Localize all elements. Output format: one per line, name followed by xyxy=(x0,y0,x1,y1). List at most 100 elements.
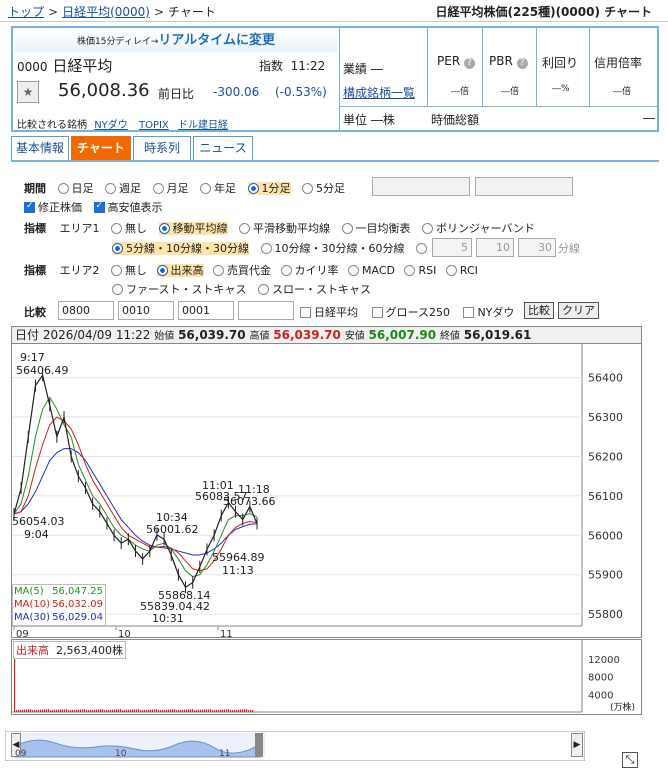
ind2-none[interactable]: 無し xyxy=(111,264,147,277)
ma-custom-2[interactable]: 10 xyxy=(476,238,514,257)
volume-bar xyxy=(62,709,64,712)
volume-bar xyxy=(248,710,250,712)
y-tick-label: 56200 xyxy=(588,450,623,463)
date-from-input[interactable] xyxy=(372,177,470,196)
tab-timeseries[interactable]: 時系列 xyxy=(133,136,191,160)
volume-bar xyxy=(196,710,198,712)
volume-bar xyxy=(68,710,70,712)
ind2-volume[interactable]: 出来高 xyxy=(156,264,204,277)
volume-bar xyxy=(36,709,38,712)
realtime-banner: 株価15分ディレイ→リアルタイムに変更 xyxy=(15,30,337,52)
compare-nydow[interactable]: NYダウ xyxy=(94,120,128,131)
scroll-right-icon[interactable]: ▶ xyxy=(571,733,583,757)
y-tick-label: 56400 xyxy=(588,372,623,385)
pbr-text: PBR xyxy=(489,54,513,68)
ma-unit: 分線 xyxy=(558,242,580,255)
compare-growth-check[interactable]: グロース250 xyxy=(371,306,450,319)
period-weekly[interactable]: 週足 xyxy=(105,182,141,195)
x-tick-label: 09 xyxy=(16,629,29,638)
ma-custom[interactable] xyxy=(416,242,430,255)
compare-nydow-check[interactable]: NYダウ xyxy=(463,306,514,319)
volume-bar xyxy=(128,709,130,712)
ma10-legend: MA(10) 56,032.09 xyxy=(14,599,103,610)
sector-label: 業績 xyxy=(343,62,368,76)
ind2-rci[interactable]: RCI xyxy=(445,264,478,277)
change-pct: (-0.53%) xyxy=(275,85,327,99)
ma-5-10-30[interactable]: 5分線・10分線・30分線 xyxy=(112,242,249,255)
range-navigator[interactable]: ◀ ▶ 09 10 11 xyxy=(5,731,585,761)
compare-nikkei-check[interactable]: 日経平均 xyxy=(300,306,358,319)
compare-input-1[interactable]: 0800 xyxy=(58,301,114,320)
expand-icon[interactable]: ⤡ xyxy=(622,752,638,768)
ind2-fast-stoch[interactable]: ファースト・ストキャス xyxy=(112,283,246,296)
annot-a4-val: 55964.89 xyxy=(212,551,265,564)
breadcrumb: トップ > 日経平均(0000) > チャート xyxy=(8,5,216,19)
tab-news[interactable]: ニュース xyxy=(193,136,253,160)
compare-input-3[interactable]: 0001 xyxy=(178,301,234,320)
constituents-link[interactable]: 構成銘柄一覧 xyxy=(343,84,415,101)
ind1-none[interactable]: 無し xyxy=(111,222,147,235)
volume-bar xyxy=(220,709,222,712)
volume-bar xyxy=(76,709,78,712)
period-5min[interactable]: 5分足 xyxy=(302,182,345,195)
volume-bar xyxy=(14,656,16,712)
delay-note: 株価15分ディレイ→ xyxy=(77,37,159,47)
star-icon[interactable]: ★ xyxy=(17,81,39,103)
volume-bar xyxy=(158,710,160,712)
volume-bar xyxy=(34,710,36,712)
volume-chart[interactable]: 1200080004000091011 出来高 2,563,400株 (万株) xyxy=(11,639,642,715)
help-icon[interactable]: ? xyxy=(516,58,528,69)
high-low-check[interactable]: 高安値表示 xyxy=(93,201,163,214)
tab-chart[interactable]: チャート xyxy=(71,136,131,160)
volume-bar xyxy=(38,709,40,712)
breadcrumb-top[interactable]: トップ xyxy=(8,5,44,19)
period-1min[interactable]: 1分足 xyxy=(247,182,291,195)
ind2-deviation[interactable]: カイリ率 xyxy=(280,264,339,277)
period-monthly[interactable]: 月足 xyxy=(152,182,189,195)
ind1-bollinger[interactable]: ボリンジャーバンド xyxy=(422,222,535,235)
clear-button[interactable]: クリア xyxy=(558,302,599,319)
fundamentals-grid: 業績 ― 構成銘柄一覧 単位 ―株 PER ? PBR ? 利回り 信用倍率 ―… xyxy=(339,28,659,130)
help-icon[interactable]: ? xyxy=(463,58,475,69)
indicator1-row: 指標 エリア1 無し 移動平均線 平滑移動平均線 一目均衡表 ボリンジャーバンド xyxy=(24,220,535,236)
compare-input-4[interactable] xyxy=(238,301,294,320)
ind2-rsi[interactable]: RSI xyxy=(404,264,436,277)
volume-bar xyxy=(114,709,116,712)
adjusted-price-check[interactable]: 修正株価 xyxy=(24,201,82,214)
date-to-input[interactable] xyxy=(475,177,573,196)
low-label: 安値 xyxy=(344,331,365,342)
volume-bar xyxy=(102,709,104,712)
volume-bar xyxy=(110,709,112,712)
volume-bar xyxy=(240,709,242,712)
ind2-slow-stoch[interactable]: スロー・ストキャス xyxy=(257,283,371,296)
volume-bar xyxy=(136,709,138,712)
compare-button[interactable]: 比較 xyxy=(524,302,554,319)
breadcrumb-nikkei[interactable]: 日経平均(0000) xyxy=(62,5,150,19)
compare-topix[interactable]: TOPIX xyxy=(139,120,169,131)
period-daily[interactable]: 日足 xyxy=(57,182,94,195)
ind2-macd[interactable]: MACD xyxy=(348,264,395,277)
price-chart[interactable]: 56400 56300 56200 56100 56000 55900 55800 09 10 1… xyxy=(11,344,642,638)
compare-dollar-nikkei[interactable]: ドル建日経 xyxy=(178,120,228,131)
tab-basic-info[interactable]: 基本情報 xyxy=(11,136,69,160)
volume-bar xyxy=(78,709,80,712)
ind1-ma[interactable]: 移動平均線 xyxy=(158,222,228,235)
volume-bar xyxy=(252,709,254,712)
per-value: ―倍 xyxy=(451,87,470,97)
ma-custom-1[interactable]: 5 xyxy=(432,238,472,257)
annot-a6-time: 10:31 xyxy=(152,612,184,625)
ma-10-30-60[interactable]: 10分線・30分線・60分線 xyxy=(260,242,405,255)
ind1-smoothed-ma[interactable]: 平滑移動平均線 xyxy=(239,222,330,235)
realtime-link[interactable]: リアルタイムに変更 xyxy=(158,33,275,48)
ind2-turnover[interactable]: 売買代金 xyxy=(213,264,271,277)
ma-options-row: 5分線・10分線・30分線 10分線・30分線・60分線 xyxy=(112,240,444,256)
ind1-ichimoku[interactable]: 一目均衡表 xyxy=(341,222,411,235)
pbr-label: PBR ? xyxy=(489,54,528,69)
ma-custom-3[interactable]: 30 xyxy=(518,238,556,257)
close-label: 終値 xyxy=(439,331,460,342)
volume-bar xyxy=(160,710,162,712)
period-yearly[interactable]: 年足 xyxy=(200,182,236,195)
volume-bar xyxy=(192,709,194,712)
compare-input-2[interactable]: 0010 xyxy=(118,301,174,320)
quote-time: 11:22 xyxy=(290,59,326,73)
